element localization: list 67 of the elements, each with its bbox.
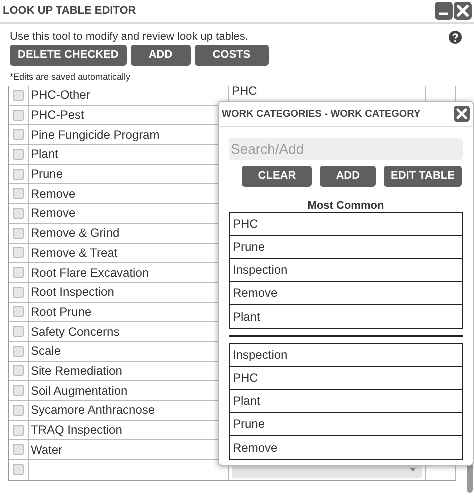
close-icon[interactable] <box>454 2 472 20</box>
row-name: Scale <box>31 343 62 360</box>
row-name: Remove & Treat <box>31 244 118 262</box>
row-checkbox[interactable] <box>13 464 24 476</box>
window-title: LOOK UP TABLE EDITOR <box>3 4 136 19</box>
row-name: Pine Fungicide Program <box>31 126 160 144</box>
action-button[interactable]: DELETE CHECKED <box>10 45 127 66</box>
row-checkbox[interactable] <box>13 90 24 101</box>
action-button[interactable]: ADD <box>320 166 376 187</box>
row-checkbox[interactable] <box>13 346 24 357</box>
row-name: Water <box>31 442 63 459</box>
row-checkbox[interactable] <box>13 424 24 436</box>
category-item[interactable]: Inspection <box>230 259 462 282</box>
action-button[interactable]: EDIT TABLE <box>384 166 462 187</box>
row-checkbox[interactable] <box>13 208 24 219</box>
row-name: Site Remediation <box>31 362 122 380</box>
row-name: TRAQ Inspection <box>31 422 122 440</box>
action-button[interactable]: CLEAR <box>242 166 312 187</box>
help-icon[interactable] <box>449 31 462 44</box>
action-button[interactable]: ADD <box>130 45 191 66</box>
row-checkbox[interactable] <box>13 267 24 278</box>
row-checkbox[interactable] <box>13 306 24 318</box>
category-item[interactable]: Prune <box>230 413 462 436</box>
action-button[interactable]: COSTS <box>194 45 269 66</box>
row-name: Remove <box>31 186 76 203</box>
row-checkbox[interactable] <box>13 168 24 180</box>
description-text: Use this tool to modify and review look up tables. <box>10 31 248 44</box>
most-common-heading: Most Common <box>306 200 386 212</box>
row-checkbox[interactable] <box>13 404 24 416</box>
scrollbar-thumb[interactable] <box>467 463 473 493</box>
category-item[interactable]: Remove <box>230 282 462 305</box>
row-name: PHC-Other <box>31 87 90 104</box>
popup-title: WORK CATEGORIES - WORK CATEGORY <box>222 108 421 122</box>
note-text: *Edits are saved automatically <box>10 72 132 83</box>
row-checkbox[interactable] <box>13 326 24 338</box>
table-cell: PHC <box>232 86 258 98</box>
row-name: Remove <box>31 205 76 222</box>
row-checkbox[interactable] <box>13 110 24 121</box>
row-checkbox[interactable] <box>13 444 24 456</box>
row-name: PHC-Pest <box>31 107 84 124</box>
row-checkbox[interactable] <box>13 385 24 396</box>
minimize-icon[interactable] <box>435 2 453 20</box>
category-item[interactable]: Prune <box>230 236 462 259</box>
row-name: Root Prune <box>31 304 92 321</box>
category-item[interactable]: Plant <box>230 305 462 328</box>
category-item[interactable]: Remove <box>230 436 462 459</box>
row-checkbox[interactable] <box>13 365 24 376</box>
row-checkbox[interactable] <box>13 286 24 298</box>
row-checkbox[interactable] <box>13 228 24 239</box>
row-name: Prune <box>31 166 64 184</box>
row-checkbox[interactable] <box>13 129 24 140</box>
row-name: Remove & Grind <box>31 225 120 242</box>
row-name: Plant <box>31 146 58 164</box>
row-name: Root Inspection <box>31 284 114 302</box>
row-name: Soil Augmentation <box>31 382 128 400</box>
category-item[interactable]: PHC <box>230 367 462 390</box>
search-field[interactable]: Search/Add <box>229 138 463 160</box>
row-name: Root Flare Excavation <box>31 264 150 282</box>
row-checkbox[interactable] <box>13 188 24 200</box>
category-item[interactable]: Plant <box>230 390 462 413</box>
category-item[interactable]: PHC <box>230 213 462 236</box>
row-name: Sycamore Anthracnose <box>31 402 156 420</box>
close-icon[interactable] <box>454 106 470 122</box>
category-item[interactable]: Inspection <box>230 344 462 367</box>
row-name: Safety Concerns <box>31 324 120 341</box>
row-checkbox[interactable] <box>13 247 24 258</box>
row-checkbox[interactable] <box>13 148 24 160</box>
